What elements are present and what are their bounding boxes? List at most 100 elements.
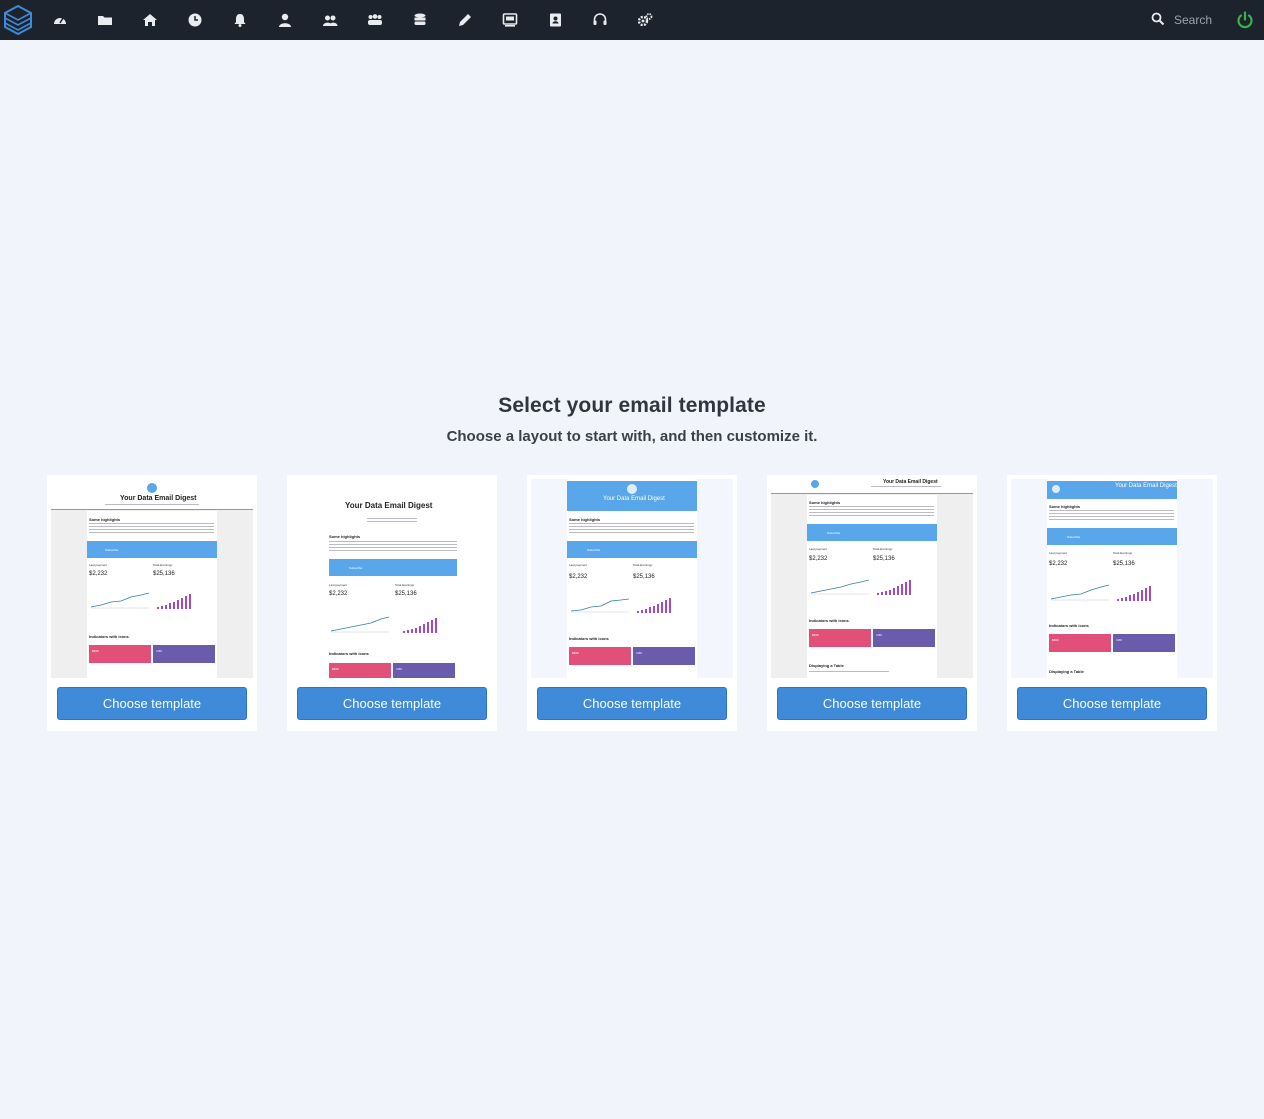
preview-tile [569, 647, 631, 665]
preview-tile [153, 645, 215, 663]
preview-tile [393, 663, 455, 678]
preview-title: Your Data Email Digest [120, 495, 197, 502]
choose-template-button[interactable]: Choose template [57, 687, 247, 720]
preview-tile-value: $50K [1052, 638, 1060, 642]
preview-stat-label: Total Earnings [1113, 551, 1133, 555]
preview-stat-label: Last payment [569, 563, 588, 567]
page-subtitle: Choose a layout to start with, and then … [446, 428, 818, 445]
choose-template-button[interactable]: Choose template [297, 687, 487, 720]
preview-stat-value: $25,136 [395, 591, 417, 597]
preview-tile-value: 4.8K [636, 651, 643, 655]
mini-bar-chart [1117, 583, 1151, 601]
search-icon[interactable] [1151, 12, 1165, 26]
headset-icon[interactable] [592, 12, 608, 28]
preview-tile-value: $50K [812, 633, 820, 637]
preview-stat-label: Total Earnings [153, 563, 173, 567]
template-preview[interactable]: Your Data Email Digest Some highlights S… [771, 479, 973, 678]
preview-stat-label: Total Earnings [873, 547, 893, 551]
preview-tile-value: 4.8K [1116, 638, 1123, 642]
search-input[interactable] [1169, 10, 1229, 30]
preview-title: Your Data Email Digest [883, 479, 938, 485]
template-card: Your Data Email Digest Some highlights S… [47, 475, 257, 731]
power-icon[interactable] [1236, 11, 1254, 29]
preview-stat-label: Last payment [329, 583, 348, 587]
email-preview: Your Data Email Digest Some highlights S… [51, 479, 253, 678]
page-title: Select your email template [498, 394, 766, 417]
users-icon[interactable] [322, 12, 338, 28]
preview-banner-label: Subscribe [349, 566, 363, 570]
user-icon[interactable] [277, 12, 293, 28]
email-preview: Your Data Email Digest Some highlights S… [531, 479, 733, 678]
preview-stat-value: $2,232 [569, 574, 588, 580]
mini-logo-icon [811, 480, 819, 488]
email-preview: Your Data Email Digest Some highlights S… [1011, 479, 1213, 678]
preview-heading: Some highlights [1049, 504, 1081, 509]
email-preview: Your Data Email Digest Some highlights S… [291, 479, 493, 678]
preview-heading: Some highlights [809, 500, 841, 505]
mini-bar-chart [403, 615, 437, 633]
preview-stat-value: $2,232 [1049, 561, 1068, 567]
template-card: Your Data Email Digest Some highlights S… [1007, 475, 1217, 731]
group-icon[interactable] [367, 12, 383, 28]
preview-tile [1113, 634, 1175, 652]
preview-stat-label: Last payment [809, 547, 828, 551]
mini-line-chart [91, 592, 149, 609]
choose-template-button[interactable]: Choose template [1017, 687, 1207, 720]
bell-icon[interactable] [232, 12, 248, 28]
preview-tile-value: 4.8K [396, 667, 403, 671]
preview-section-heading: Indicators with icons [329, 651, 369, 656]
preview-heading: Some highlights [329, 534, 361, 539]
preview-stat-value: $2,232 [809, 556, 828, 562]
home-icon[interactable] [142, 12, 158, 28]
preview-tile [89, 645, 151, 663]
template-card: Your Data Email Digest Some highlights S… [287, 475, 497, 731]
choose-template-button[interactable]: Choose template [537, 687, 727, 720]
folder-icon[interactable] [97, 12, 113, 28]
preview-stat-value: $25,136 [1113, 561, 1135, 567]
dashboard-icon[interactable] [52, 12, 68, 28]
preview-stat-label: Total Earnings [395, 583, 415, 587]
database-icon[interactable] [412, 12, 428, 28]
preview-section-heading: Indicators with icons [1049, 623, 1089, 628]
template-card: Your Data Email Digest Some highlights S… [767, 475, 977, 731]
template-preview[interactable]: Your Data Email Digest Some highlights S… [51, 479, 253, 678]
app-logo-icon[interactable] [4, 5, 32, 35]
preview-banner-label: Subscribe [587, 548, 601, 552]
preview-stat-label: Last payment [1049, 551, 1068, 555]
email-preview: Your Data Email Digest Some highlights S… [771, 479, 973, 678]
preview-tile [1049, 634, 1111, 652]
clock-icon[interactable] [187, 12, 203, 28]
mini-logo-icon [1052, 485, 1060, 493]
preview-heading: Some highlights [569, 517, 601, 522]
mini-logo-icon [627, 484, 637, 494]
preview-section-heading: Displaying a Table [809, 663, 844, 668]
preview-title: Your Data Email Digest [345, 501, 433, 510]
monitor-icon[interactable] [502, 12, 518, 28]
preview-tile [809, 629, 871, 647]
preview-tile-value: 4.8K [156, 649, 163, 653]
template-preview[interactable]: Your Data Email Digest Some highlights S… [291, 479, 493, 678]
template-preview[interactable]: Your Data Email Digest Some highlights S… [1011, 479, 1213, 678]
mini-line-chart [331, 616, 389, 633]
preview-tile [633, 647, 695, 665]
template-preview[interactable]: Your Data Email Digest Some highlights S… [531, 479, 733, 678]
contact-book-icon[interactable] [547, 12, 563, 28]
preview-tile-value: $50K [332, 667, 340, 671]
preview-banner-label: Subscribe [105, 548, 119, 552]
preview-section-heading: Indicators with icons [809, 618, 849, 623]
pencil-icon[interactable] [457, 12, 473, 28]
top-navbar [0, 0, 1264, 40]
preview-stat-value: $2,232 [89, 571, 108, 577]
preview-heading: Some highlights [89, 517, 121, 522]
mini-line-chart [811, 579, 869, 595]
cogs-icon[interactable] [637, 12, 653, 28]
preview-stat-label: Last payment [89, 563, 108, 567]
preview-title: Your Data Email Digest [1115, 483, 1177, 489]
mini-line-chart [1051, 584, 1109, 601]
mini-line-chart [571, 598, 629, 613]
preview-tile-value: $50K [92, 649, 100, 653]
preview-tile [873, 629, 935, 647]
choose-template-button[interactable]: Choose template [777, 687, 967, 720]
mini-bar-chart [157, 591, 191, 609]
mini-logo-icon [147, 483, 157, 493]
